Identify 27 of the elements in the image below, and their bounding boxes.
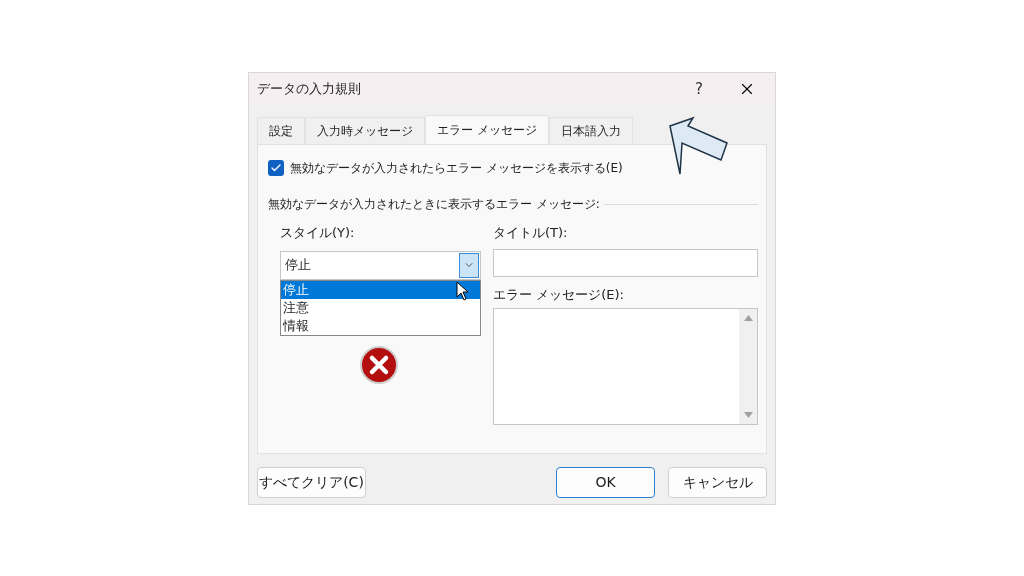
dropdown-option[interactable]: 情報 [281,317,480,335]
tab[interactable]: 設定 [257,117,305,144]
message-field-label: エラー メッセージ(E): [493,285,625,304]
error-icon [360,345,398,384]
message-input-field[interactable] [493,308,758,425]
checkbox[interactable] [268,160,284,176]
title-field-label: タイトル(T): [493,224,569,242]
style-label: スタイル(Y): [280,224,356,242]
style-dropdown[interactable]: 停止 [280,250,481,280]
title-input-field[interactable] [493,248,758,277]
tab[interactable]: 入力時メッセージ [305,117,425,144]
check-icon [270,162,282,174]
dialog-button[interactable]: OK [556,467,655,498]
tab[interactable]: エラー メッセージ [425,115,549,144]
dropdown-value: 停止 [285,256,312,275]
scrollbar[interactable] [739,309,757,424]
tab[interactable]: 日本語入力 [548,117,633,144]
scroll-down-icon [743,412,753,418]
dialog-button[interactable]: すべてクリア(C) [257,467,366,498]
scroll-up-icon [743,315,753,321]
checkbox-label: 無効なデータが入力されたらエラー メッセージを表示する(E) [290,160,623,177]
help-button[interactable]: ? [679,77,719,101]
dropdown-option[interactable]: 注意 [281,299,480,317]
dropdown-option[interactable]: 停止 [281,281,480,299]
dialog-button[interactable]: キャンセル [668,467,767,498]
window-title: データの入力規則 [257,80,362,99]
group-label: 無効なデータが入力されたときに表示するエラー メッセージ: [268,196,600,213]
